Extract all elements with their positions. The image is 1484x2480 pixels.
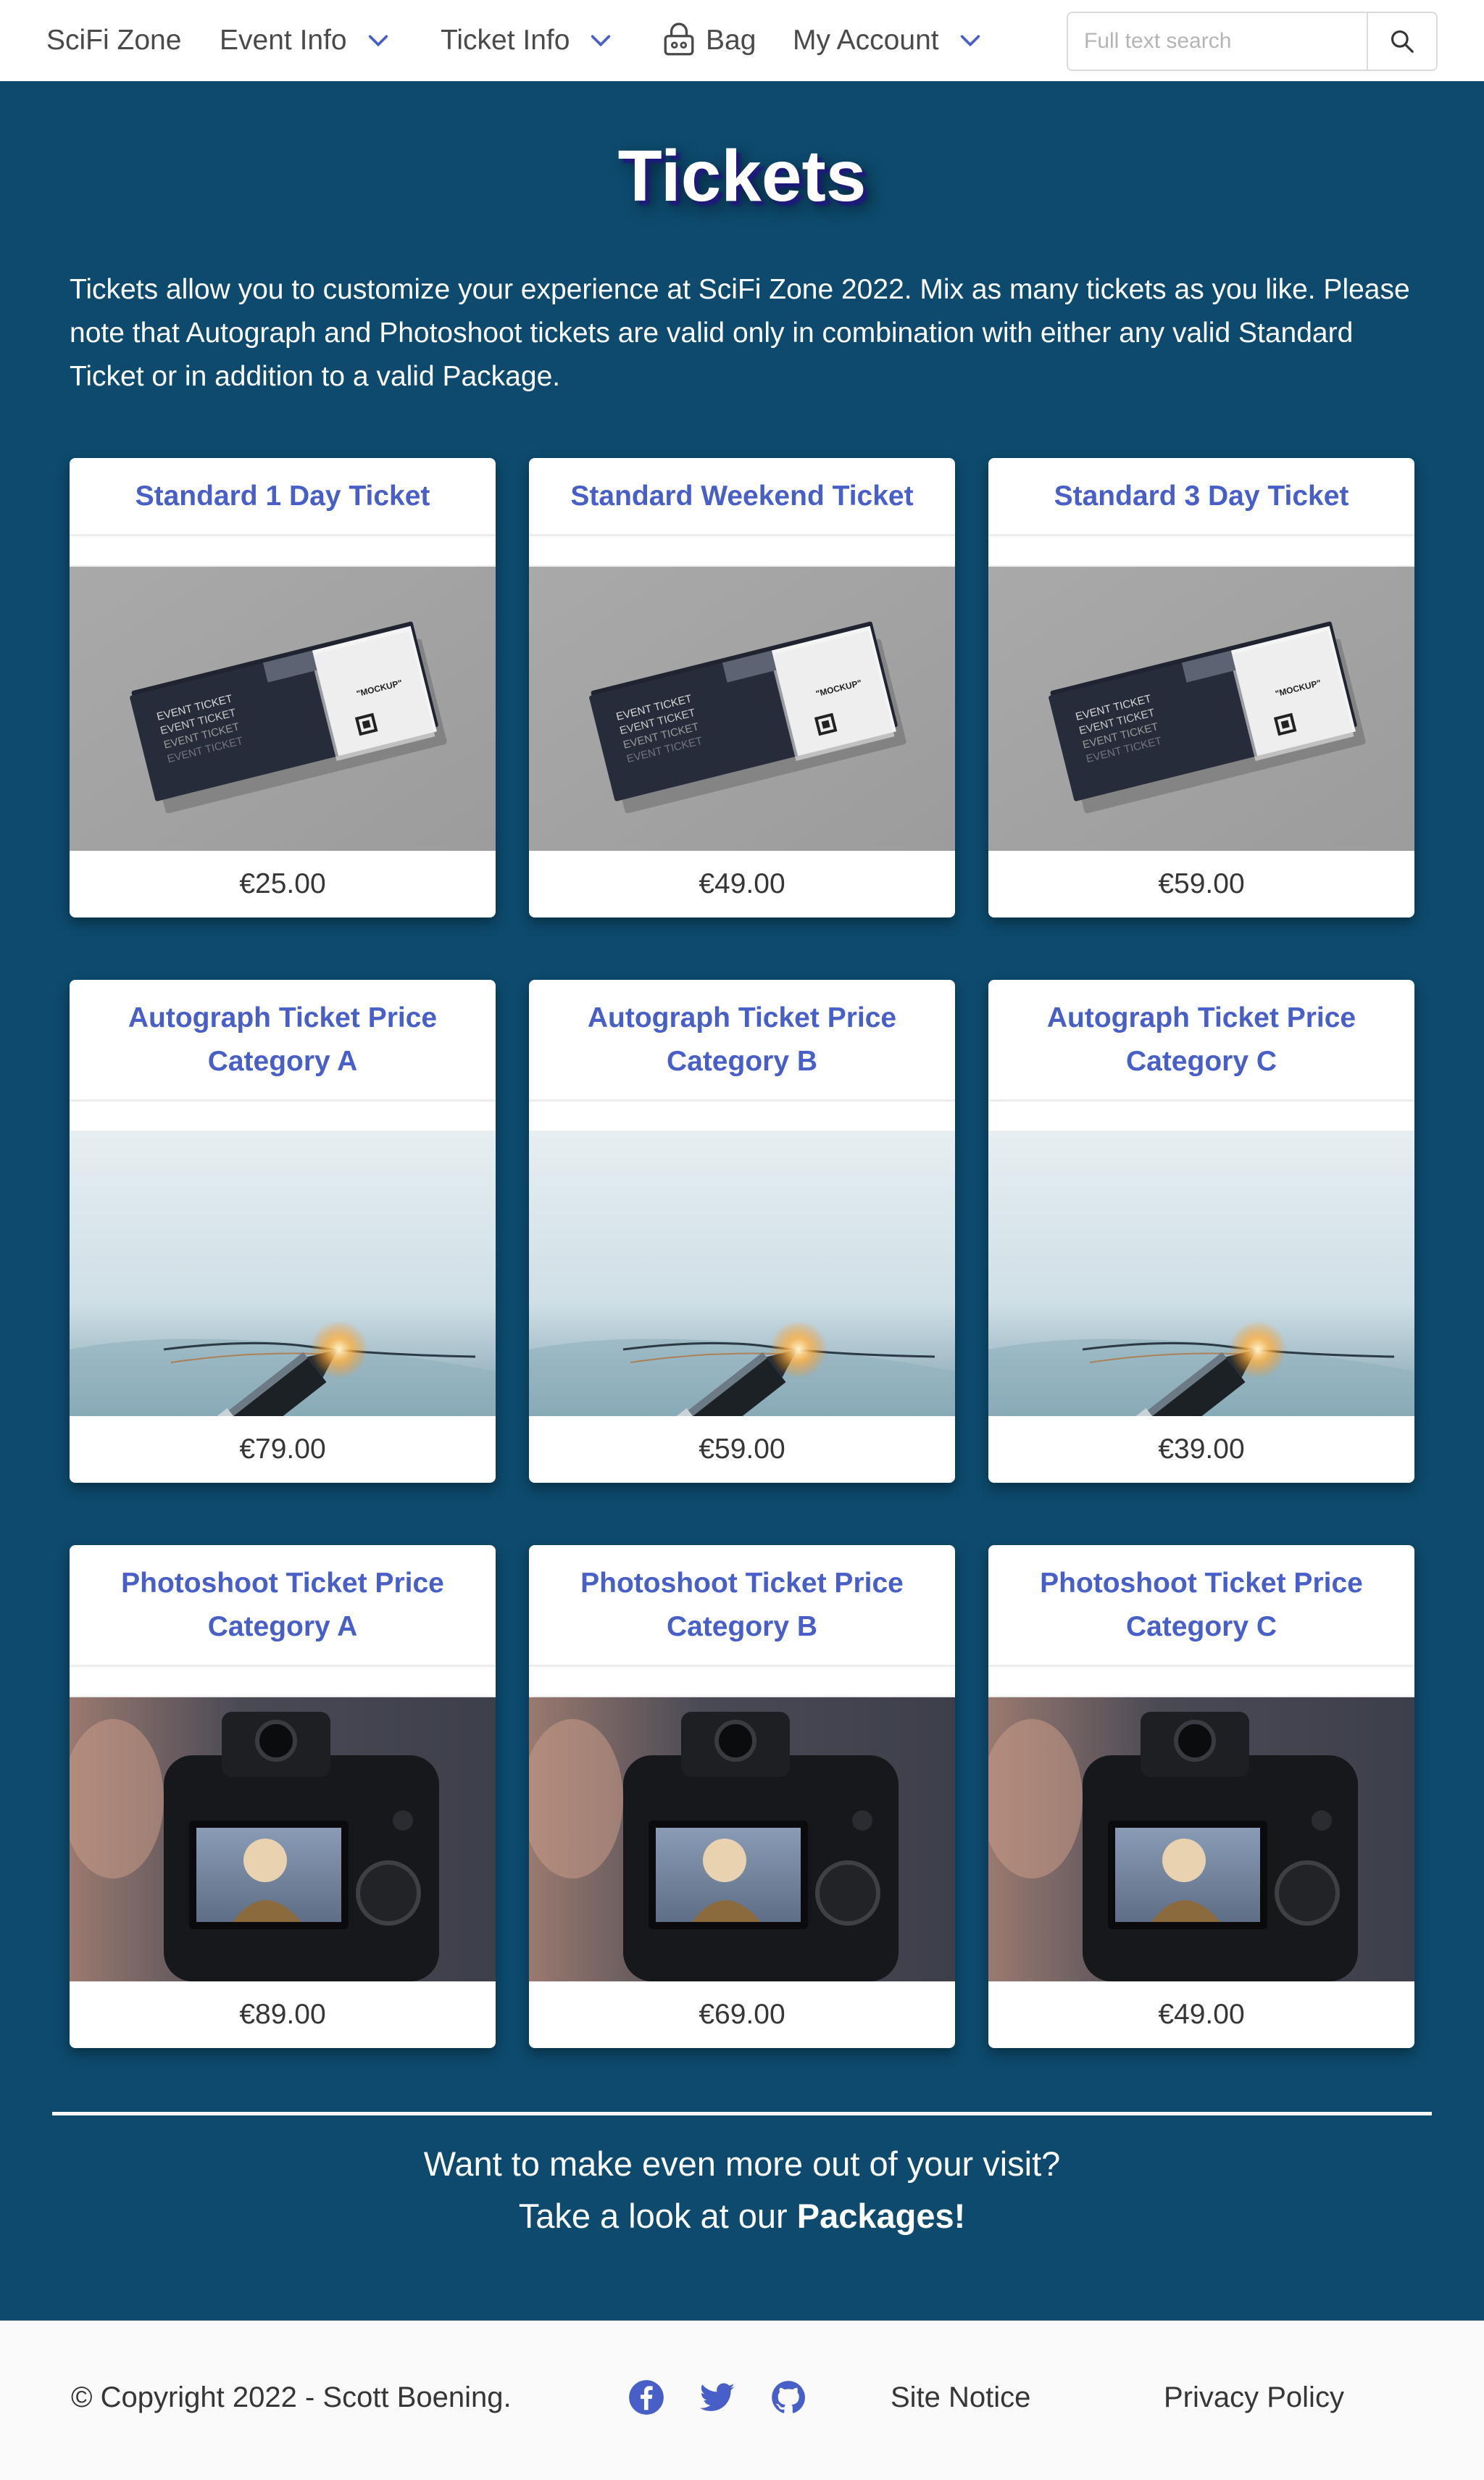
chevron-down-icon [588, 28, 613, 53]
copyright-text: © Copyright 2022 - Scott Boening. [71, 2381, 512, 2413]
card-spacer [529, 1102, 955, 1132]
ticket-card[interactable]: Standard 1 Day Ticket EVENT TICKET EVENT… [70, 458, 496, 917]
bag-label: Bag [706, 25, 756, 56]
brand-label: SciFi Zone [46, 25, 182, 56]
ticket-info-menu[interactable]: Ticket Info [441, 0, 613, 81]
my-account-label: My Account [793, 25, 939, 56]
ticket-title[interactable]: Standard Weekend Ticket [529, 458, 955, 536]
search-button[interactable] [1367, 12, 1438, 71]
ticket-image[interactable] [988, 1132, 1414, 1416]
camera-photoshoot-image [529, 1697, 955, 1981]
ticket-title[interactable]: Autograph Ticket Price Category A [70, 980, 496, 1102]
cta-line-2-prefix: Take a look at our [518, 2197, 797, 2235]
card-spacer [529, 536, 955, 567]
card-spacer [988, 536, 1414, 567]
card-spacer [529, 1667, 955, 1697]
section-divider [52, 2112, 1432, 2115]
ticket-price: €59.00 [699, 1434, 785, 1465]
ticket-card[interactable]: Photoshoot Ticket Price Category A €89.0… [70, 1545, 496, 2048]
chevron-down-icon [958, 28, 983, 53]
ticket-price: €49.00 [1158, 1999, 1245, 2030]
privacy-policy-link[interactable]: Privacy Policy [1164, 2381, 1344, 2414]
ticket-price: €49.00 [699, 868, 785, 899]
ticket-title[interactable]: Photoshoot Ticket Price Category C [988, 1545, 1414, 1667]
ticket-card[interactable]: Photoshoot Ticket Price Category C €49.0… [988, 1545, 1414, 2048]
ticket-image[interactable]: EVENT TICKET EVENT TICKET EVENT TICKET E… [529, 567, 955, 851]
ticket-image[interactable] [988, 1697, 1414, 1981]
ticket-price: €25.00 [239, 868, 326, 899]
packages-cta: Want to make even more out of your visit… [0, 2138, 1484, 2242]
packages-link[interactable]: Packages! [797, 2197, 966, 2235]
card-spacer [70, 1667, 496, 1697]
ticket-image[interactable] [529, 1132, 955, 1416]
cta-line-1: Want to make even more out of your visit… [423, 2144, 1061, 2183]
card-spacer [988, 1102, 1414, 1132]
ticket-image[interactable]: EVENT TICKET EVENT TICKET EVENT TICKET E… [70, 567, 496, 851]
ticket-title[interactable]: Photoshoot Ticket Price Category B [529, 1545, 955, 1667]
ticket-price: €39.00 [1158, 1434, 1245, 1465]
footer: © Copyright 2022 - Scott Boening. Site N… [0, 2321, 1484, 2480]
ticket-image[interactable] [70, 1132, 496, 1416]
ticket-card[interactable]: Standard Weekend Ticket EVENT TICKET EVE… [529, 458, 955, 917]
ticket-price: €79.00 [239, 1434, 326, 1465]
github-icon[interactable] [770, 2379, 807, 2416]
shopping-bag-icon [661, 22, 697, 59]
brand-link[interactable]: SciFi Zone [46, 0, 181, 81]
ticket-title[interactable]: Standard 1 Day Ticket [70, 458, 496, 536]
ticket-card[interactable]: Autograph Ticket Price Category C €39.00 [988, 980, 1414, 1483]
fountain-pen-signing-image [529, 1132, 955, 1416]
card-spacer [70, 536, 496, 567]
camera-photoshoot-image [988, 1697, 1414, 1981]
intro-text: Tickets allow you to customize your expe… [70, 274, 1410, 392]
social-links [628, 2379, 807, 2416]
card-spacer [70, 1102, 496, 1132]
event-ticket-mockup-image: EVENT TICKET EVENT TICKET EVENT TICKET E… [529, 567, 955, 851]
search-bar [1067, 12, 1438, 71]
page-title: Tickets [617, 136, 867, 217]
ticket-title[interactable]: Autograph Ticket Price Category B [529, 980, 955, 1102]
ticket-card[interactable]: Autograph Ticket Price Category B €59.00 [529, 980, 955, 1483]
chevron-down-icon [366, 28, 391, 53]
facebook-icon[interactable] [628, 2379, 665, 2416]
fountain-pen-signing-image [988, 1132, 1414, 1416]
ticket-card[interactable]: Standard 3 Day Ticket EVENT TICKET EVENT… [988, 458, 1414, 917]
event-info-menu[interactable]: Event Info [220, 0, 391, 81]
ticket-title[interactable]: Autograph Ticket Price Category C [988, 980, 1414, 1102]
ticket-title[interactable]: Photoshoot Ticket Price Category A [70, 1545, 496, 1667]
ticket-price: €69.00 [699, 1999, 785, 2030]
site-notice-link[interactable]: Site Notice [891, 2381, 1030, 2414]
ticket-price: €59.00 [1158, 868, 1245, 899]
cta-line-2: Take a look at our Packages! [0, 2190, 1484, 2242]
ticket-image[interactable]: EVENT TICKET EVENT TICKET EVENT TICKET E… [988, 567, 1414, 851]
ticket-price: €89.00 [239, 1999, 326, 2030]
event-ticket-mockup-image: EVENT TICKET EVENT TICKET EVENT TICKET E… [70, 567, 496, 851]
card-spacer [988, 1667, 1414, 1697]
ticket-title[interactable]: Standard 3 Day Ticket [988, 458, 1414, 536]
event-ticket-mockup-image: EVENT TICKET EVENT TICKET EVENT TICKET E… [988, 567, 1414, 851]
top-navbar: SciFi Zone Event Info Ticket Info Bag My… [0, 0, 1484, 81]
twitter-icon[interactable] [699, 2379, 736, 2416]
search-input[interactable] [1067, 12, 1367, 71]
bag-link[interactable]: Bag [661, 0, 756, 81]
ticket-image[interactable] [529, 1697, 955, 1981]
my-account-menu[interactable]: My Account [793, 0, 983, 81]
ticket-image[interactable] [70, 1697, 496, 1981]
ticket-card[interactable]: Photoshoot Ticket Price Category B €69.0… [529, 1545, 955, 2048]
event-info-label: Event Info [220, 25, 347, 56]
ticket-info-label: Ticket Info [441, 25, 570, 56]
fountain-pen-signing-image [70, 1132, 496, 1416]
ticket-card[interactable]: Autograph Ticket Price Category A €79.00 [70, 980, 496, 1483]
camera-photoshoot-image [70, 1697, 496, 1981]
search-icon [1391, 30, 1414, 53]
